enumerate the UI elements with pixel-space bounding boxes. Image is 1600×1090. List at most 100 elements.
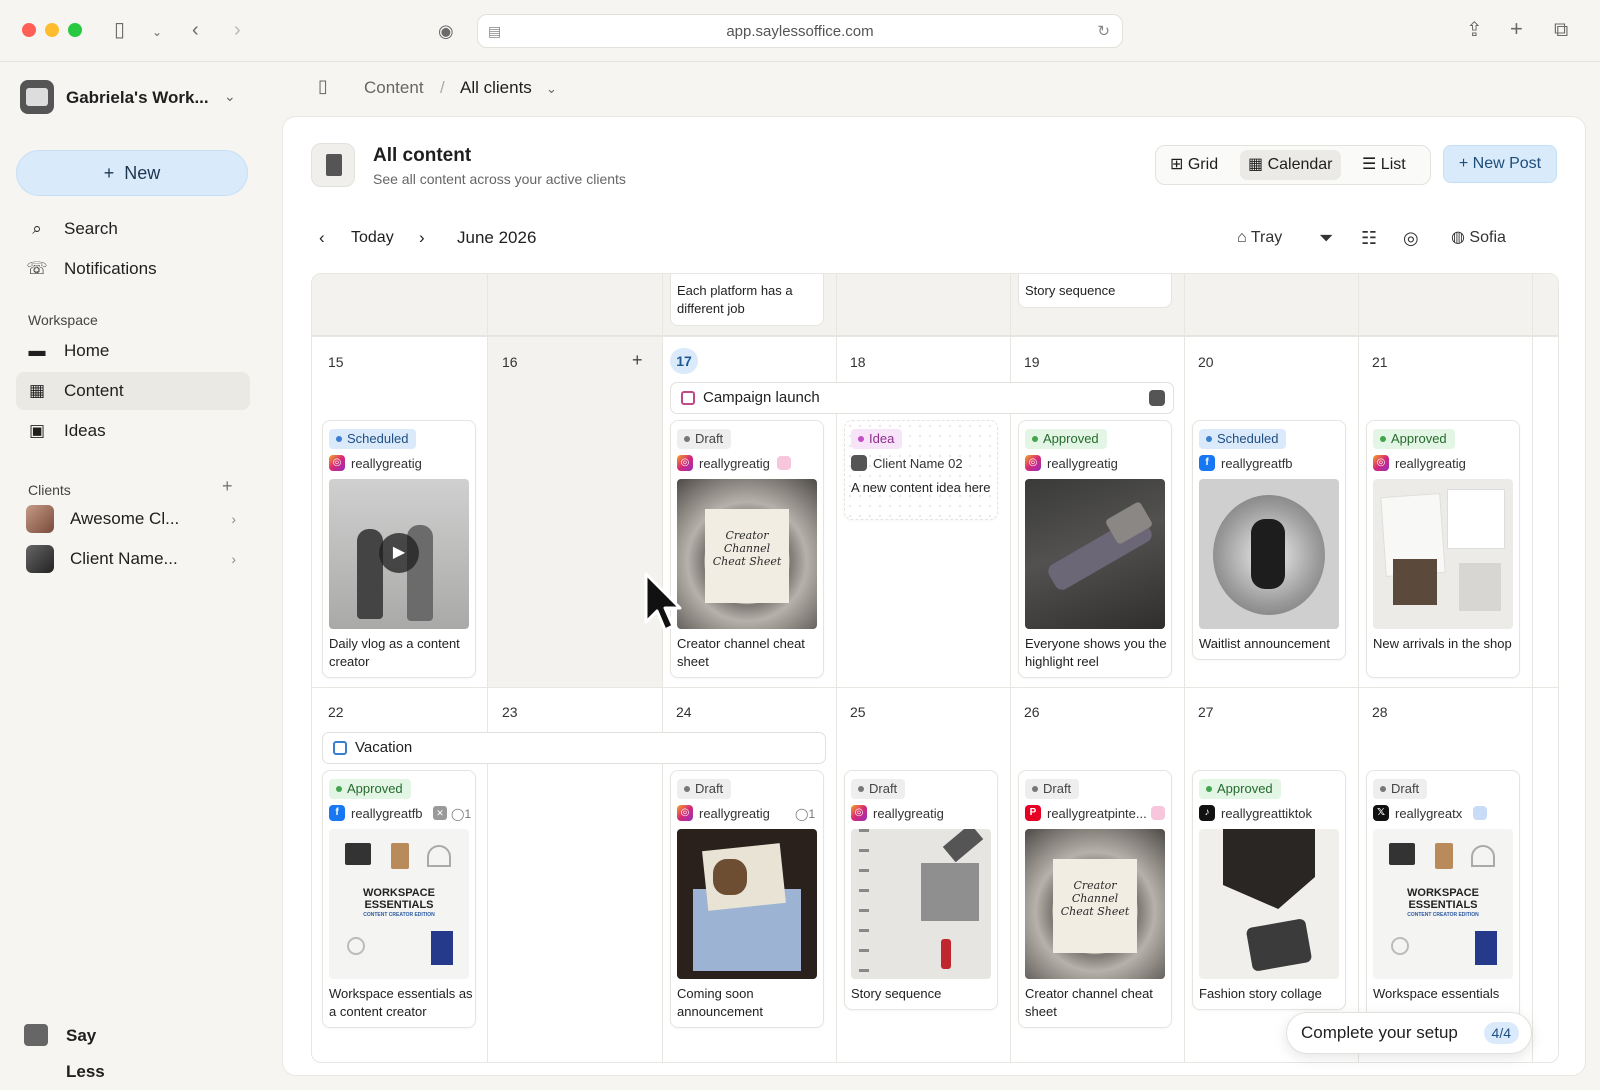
breadcrumb-root[interactable]: Content <box>364 78 424 98</box>
sidebar-item-label: Search <box>64 219 118 238</box>
instagram-icon: ◎ <box>329 455 345 471</box>
tray-button[interactable]: ⌂ Tray <box>1237 227 1282 249</box>
timezone-button[interactable]: ◍ Sofia <box>1451 227 1506 249</box>
sliders-icon[interactable]: ☷ <box>1361 227 1377 249</box>
chevron-down-icon[interactable]: ⌄ <box>152 22 162 42</box>
sidebar-item-content[interactable]: ▦ Content <box>16 372 250 410</box>
view-list-button[interactable]: ☰ List <box>1354 150 1414 180</box>
forward-icon[interactable]: › <box>234 20 241 40</box>
sidebar-item-client-2[interactable]: Client Name... › <box>16 540 250 578</box>
close-window-button[interactable] <box>22 23 36 37</box>
pinterest-icon: P <box>1025 805 1041 821</box>
post-card[interactable]: Scheduled ◎ reallygreatig ▶ Daily vlog as… <box>322 420 476 678</box>
day-number: 26 <box>1024 704 1040 720</box>
grid-line <box>1184 274 1185 1062</box>
post-card[interactable]: Approved ◎ reallygreatig New arrivals in … <box>1366 420 1520 678</box>
post-card[interactable]: Story sequence <box>1018 274 1172 308</box>
event-campaign-launch[interactable]: Campaign launch <box>670 382 1174 414</box>
post-title: Daily vlog as a content creator <box>329 636 460 669</box>
check-circle-icon[interactable]: ◎ <box>1403 227 1419 249</box>
clients-section-label: Clients <box>28 482 71 498</box>
post-card[interactable]: Approved f reallygreatfb ✕ ◯1 WORKSPACE E… <box>322 770 476 1028</box>
account-name: reallygreatig <box>699 456 770 471</box>
breadcrumb-current[interactable]: All clients <box>460 78 532 98</box>
sidebar-item-label: Content <box>64 381 124 400</box>
share-icon[interactable]: ⇪ <box>1466 20 1483 40</box>
post-card[interactable]: Each platform has a different job <box>670 274 824 326</box>
main-panel: All content See all content across your … <box>282 116 1586 1076</box>
post-card[interactable]: Approved ◎ reallygreatig Everyone shows y… <box>1018 420 1172 678</box>
view-grid-button[interactable]: ⊞ Grid <box>1162 150 1226 180</box>
address-bar[interactable]: ▤ app.saylessoffice.com ↻ <box>477 14 1123 48</box>
play-icon[interactable]: ▶ <box>379 533 419 573</box>
back-icon[interactable]: ‹ <box>192 20 199 40</box>
add-post-icon[interactable]: + <box>632 350 643 371</box>
sidebar-item-home[interactable]: ▬ Home <box>16 332 250 370</box>
sidebar-item-label: Client Name... <box>70 549 178 568</box>
complete-setup-button[interactable]: Complete your setup 4/4 <box>1286 1012 1532 1054</box>
post-card[interactable]: Draft Preallygreatpinte... Creator Chann… <box>1018 770 1172 1028</box>
chevron-right-icon[interactable]: › <box>231 500 236 538</box>
thumb-text: CONTENT CREATOR EDITION <box>1407 912 1479 918</box>
tabs-overview-icon[interactable]: ⧉ <box>1554 20 1568 40</box>
sidebar-item-search[interactable]: ⌕ Search <box>16 210 250 248</box>
client-avatar <box>851 455 867 471</box>
post-thumbnail: Creator Channel Cheat Sheet <box>677 479 817 629</box>
thumb-text: ESSENTIALS <box>364 899 434 911</box>
panel-toggle-icon[interactable]: ▯ <box>318 76 328 97</box>
new-button[interactable]: + New <box>16 150 248 196</box>
tray-icon: ⌂ <box>1237 229 1247 246</box>
tray-label: Tray <box>1250 229 1283 246</box>
calendar-icon: ▦ <box>1248 156 1264 173</box>
sidebar-item-label: Notifications <box>64 259 157 278</box>
privacy-icon[interactable]: ◉ <box>438 21 454 41</box>
next-month-icon[interactable]: › <box>419 227 425 249</box>
monitor-icon: ▬ <box>28 341 46 360</box>
post-title: Story sequence <box>851 986 942 1001</box>
status-badge: Scheduled <box>329 429 417 449</box>
calendar-icon <box>681 391 695 405</box>
status-badge: Draft <box>1373 779 1428 799</box>
post-title: Creator channel cheat sheet <box>1025 986 1153 1019</box>
post-card[interactable]: Draft ◎ reallygreatig ◯1 Coming soon anno… <box>670 770 824 1028</box>
prev-month-icon[interactable]: ‹ <box>319 227 325 249</box>
new-post-button[interactable]: + New Post <box>1443 145 1557 183</box>
add-client-icon[interactable]: + <box>222 476 233 497</box>
day-number: 23 <box>502 704 518 720</box>
sidebar-toggle-icon[interactable]: ▯ <box>114 20 125 40</box>
minimize-window-button[interactable] <box>45 23 59 37</box>
browser-titlebar: ▯ ⌄ ‹ › ◉ ▤ app.saylessoffice.com ↻ ⇪ + … <box>0 0 1600 62</box>
client-avatar <box>1149 390 1165 406</box>
chevron-down-icon[interactable]: ⌄ <box>546 81 557 97</box>
filter-icon[interactable]: ⏷ <box>1319 227 1333 249</box>
list-icon: ☰ <box>1362 156 1377 173</box>
post-card[interactable]: Draft ◎ reallygreatig Creator Channel Che… <box>670 420 824 678</box>
today-button[interactable]: Today <box>351 227 394 249</box>
view-calendar-button[interactable]: ▦ Calendar <box>1240 150 1341 180</box>
new-tab-icon[interactable]: + <box>1510 18 1523 40</box>
status-badge: Draft <box>677 429 732 449</box>
post-title: New arrivals in the shop <box>1373 636 1512 651</box>
sidebar-item-notifications[interactable]: ☏ Notifications <box>16 250 250 288</box>
globe-icon: ◍ <box>1451 229 1465 246</box>
post-thumbnail <box>1025 479 1165 629</box>
post-card[interactable]: Draft 𝕏reallygreatx WORKSPACE ESSENTIALS… <box>1366 770 1520 1028</box>
instagram-icon: ◎ <box>851 805 867 821</box>
maximize-window-button[interactable] <box>68 23 82 37</box>
post-card[interactable]: Approved ♪ reallygreattiktok Fashion stor… <box>1192 770 1346 1010</box>
grid-line <box>1358 274 1359 1062</box>
idea-card[interactable]: Idea Client Name 02 A new content idea h… <box>844 420 998 520</box>
event-vacation[interactable]: Vacation <box>322 732 826 764</box>
sidebar-item-ideas[interactable]: ▣ Ideas <box>16 412 250 450</box>
post-card[interactable]: Scheduled f reallygreatfb Waitlist announ… <box>1192 420 1346 660</box>
post-card[interactable]: Draft ◎ reallygreatig Story sequence <box>844 770 998 1010</box>
day-number: 21 <box>1372 354 1388 370</box>
day-number: 18 <box>850 354 866 370</box>
current-month: June 2026 <box>457 228 537 247</box>
chevron-right-icon[interactable]: › <box>231 540 236 578</box>
status-badge: Draft <box>1025 779 1080 799</box>
sidebar-item-client-1[interactable]: Awesome Cl... › <box>16 500 250 538</box>
reload-icon[interactable]: ↻ <box>1097 15 1110 48</box>
workspace-switcher[interactable]: Gabriela's Work... ⌄ <box>20 80 252 116</box>
grid-line <box>662 274 663 1062</box>
